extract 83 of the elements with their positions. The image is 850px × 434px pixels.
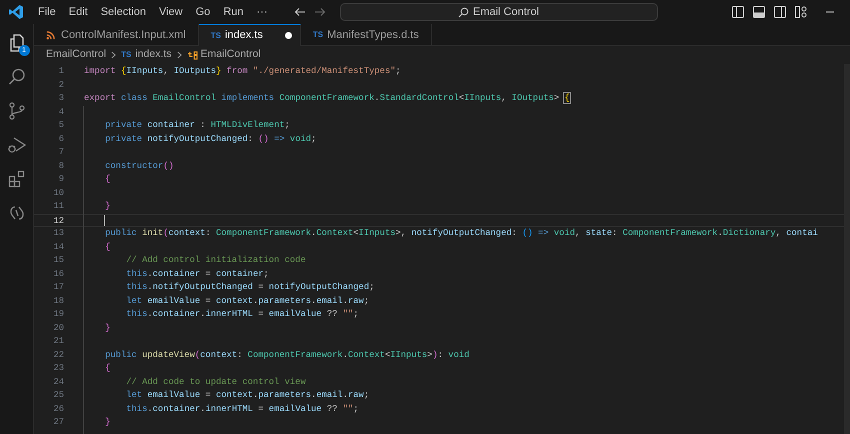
breadcrumb-item[interactable]: EmailControl <box>46 47 106 63</box>
line-number: 17 <box>52 281 64 294</box>
line-number: 7 <box>58 146 64 159</box>
line-number: 14 <box>52 240 64 254</box>
line-number: 19 <box>52 308 64 321</box>
menu-item[interactable]: File <box>32 2 62 22</box>
code-line: import {IInputs, IOutputs} from "./generated/ManifestTypes"; <box>84 65 401 78</box>
line-number: 23 <box>52 362 64 375</box>
breadcrumb-item[interactable]: EmailControl <box>200 47 261 63</box>
menu-item[interactable]: Edit <box>62 2 94 22</box>
line-number: 4 <box>58 106 64 118</box>
line-number: 13 <box>52 227 64 240</box>
menu-item[interactable]: Selection <box>94 2 152 22</box>
line-number: 15 <box>52 254 64 267</box>
source-control-icon[interactable] <box>6 101 26 121</box>
line-number: 12 <box>52 214 64 226</box>
search-text: Email Control <box>472 4 540 20</box>
code-line: { <box>104 362 110 375</box>
typescript-file-icon: TS <box>210 30 221 42</box>
line-number: 27 <box>52 416 64 429</box>
code-line: { <box>104 173 110 186</box>
code-line: public updateView(context: ComponentFramework.Context<IInputs>): void <box>104 348 470 362</box>
search-icon[interactable] <box>6 67 26 87</box>
line-number: 20 <box>52 322 64 334</box>
breadcrumb-item[interactable]: index.ts <box>135 47 172 63</box>
code-line: } <box>104 416 110 429</box>
menu-item[interactable]: ··· <box>250 2 274 22</box>
menu-item[interactable]: Go <box>190 2 216 22</box>
chevron-icon <box>111 51 116 59</box>
code-line: this.container.innerHTML = emailValue ?? ""; <box>125 402 359 416</box>
line-number: 11 <box>52 200 64 213</box>
line-number: 2 <box>58 78 64 92</box>
line-number: 1 <box>58 65 64 78</box>
code-line: private notifyOutputChanged: () => void; <box>104 132 316 146</box>
code-line: } <box>104 322 110 334</box>
code-line: { <box>104 240 110 254</box>
line-number: 10 <box>52 186 64 200</box>
class-symbol-icon <box>186 50 198 60</box>
line-number: 5 <box>58 119 64 132</box>
line-number: 26 <box>52 402 64 416</box>
feed-icon <box>46 30 55 40</box>
code-line: this.notifyOutputChanged = notifyOutputChanged; <box>125 281 374 294</box>
line-number: 8 <box>58 160 64 172</box>
line-number: 9 <box>58 173 64 186</box>
code-line: constructor() <box>104 160 174 172</box>
menu-item[interactable]: View <box>152 2 189 22</box>
run-debug-icon[interactable] <box>6 135 26 155</box>
line-number: 25 <box>52 389 64 402</box>
minimize-icon[interactable] <box>826 11 834 13</box>
line-number: 3 <box>58 92 64 105</box>
code-line: // Add code to update control view <box>125 376 306 388</box>
secondary-sidebar-icon[interactable] <box>774 6 786 18</box>
code-line: let emailValue = context.parameters.email.raw; <box>125 294 370 308</box>
code-line: } <box>104 200 110 213</box>
typescript-file-icon: TS <box>312 29 324 41</box>
search-field[interactable]: Email Control <box>340 3 658 21</box>
customize-layout-icon[interactable] <box>795 6 807 18</box>
menu-item[interactable]: Run <box>217 2 250 22</box>
code-line: public init(context: ComponentFramework.Context<IInputs>, notifyOutputChanged: () => void, state: ComponentFramework.Dictionary, contai <box>104 227 818 240</box>
editor-tab[interactable]: TS index.ts <box>198 24 301 46</box>
search-icon <box>458 6 469 18</box>
code-line: export class EmailControl implements ComponentFramework.StandardControl<IInputs, IOutputs> { <box>84 92 570 105</box>
code-line: this.container.innerHTML = emailValue ?? ""; <box>125 308 359 321</box>
chevron-icon <box>176 51 182 59</box>
app-logo-icon <box>8 4 24 20</box>
line-number: 6 <box>58 132 64 146</box>
line-number: 22 <box>52 348 64 362</box>
back-arrow-icon[interactable] <box>294 7 306 17</box>
code-line: let emailValue = context.parameters.email.raw; <box>125 389 370 402</box>
typescript-file-icon: TS <box>121 49 132 61</box>
code-line: private container : HTMLDivElement; <box>104 119 290 132</box>
line-number: 18 <box>52 294 64 308</box>
code-line: this.container = container; <box>125 268 269 280</box>
line-number: 24 <box>52 376 64 388</box>
forward-arrow-icon[interactable] <box>314 7 326 17</box>
line-number: 16 <box>52 268 64 280</box>
extensions-icon[interactable] <box>6 169 26 189</box>
code-line: // Add control initialization code <box>125 254 306 267</box>
editor-tab[interactable]: TS ManifestTypes.d.ts <box>300 24 432 46</box>
panel-layout-icon[interactable] <box>753 6 765 18</box>
line-number: 21 <box>52 335 64 348</box>
text-cursor <box>104 214 105 226</box>
sidebar-layout-icon[interactable] <box>732 6 744 18</box>
